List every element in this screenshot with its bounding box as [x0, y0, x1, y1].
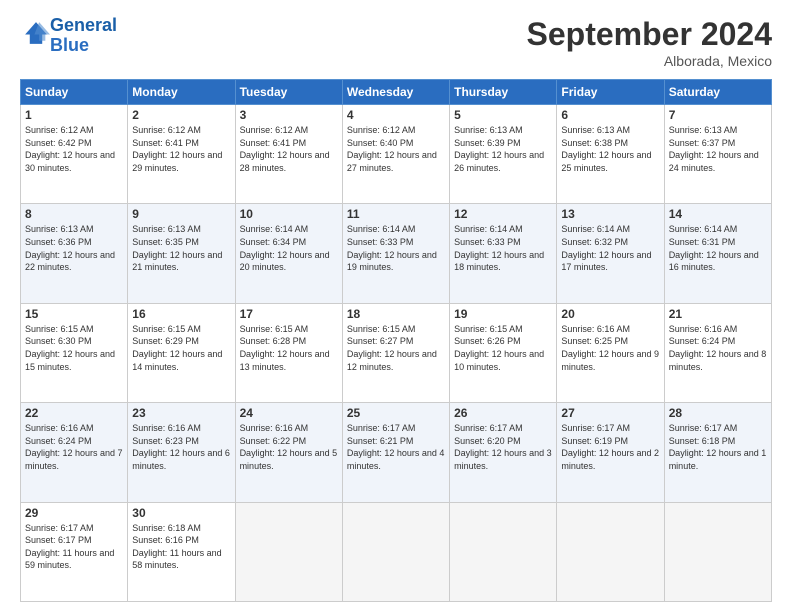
calendar-week-row: 8Sunrise: 6:13 AMSunset: 6:36 PMDaylight… — [21, 204, 772, 303]
table-row: 19Sunrise: 6:15 AMSunset: 6:26 PMDayligh… — [450, 303, 557, 402]
table-row: 26Sunrise: 6:17 AMSunset: 6:20 PMDayligh… — [450, 403, 557, 502]
logo-line1: General — [50, 15, 117, 35]
table-row: 6Sunrise: 6:13 AMSunset: 6:38 PMDaylight… — [557, 105, 664, 204]
header-wednesday: Wednesday — [342, 80, 449, 105]
table-row: 28Sunrise: 6:17 AMSunset: 6:18 PMDayligh… — [664, 403, 771, 502]
empty-cell — [664, 502, 771, 601]
table-row: 22Sunrise: 6:16 AMSunset: 6:24 PMDayligh… — [21, 403, 128, 502]
month-title: September 2024 — [527, 16, 772, 53]
empty-cell — [342, 502, 449, 601]
logo: General Blue — [20, 16, 117, 56]
logo-line2: Blue — [50, 35, 89, 55]
table-row: 13Sunrise: 6:14 AMSunset: 6:32 PMDayligh… — [557, 204, 664, 303]
table-row: 29Sunrise: 6:17 AMSunset: 6:17 PMDayligh… — [21, 502, 128, 601]
table-row: 12Sunrise: 6:14 AMSunset: 6:33 PMDayligh… — [450, 204, 557, 303]
header-friday: Friday — [557, 80, 664, 105]
title-block: September 2024 Alborada, Mexico — [527, 16, 772, 69]
table-row: 11Sunrise: 6:14 AMSunset: 6:33 PMDayligh… — [342, 204, 449, 303]
logo-text: General Blue — [50, 16, 117, 56]
table-row: 24Sunrise: 6:16 AMSunset: 6:22 PMDayligh… — [235, 403, 342, 502]
table-row: 30Sunrise: 6:18 AMSunset: 6:16 PMDayligh… — [128, 502, 235, 601]
calendar-week-row: 22Sunrise: 6:16 AMSunset: 6:24 PMDayligh… — [21, 403, 772, 502]
table-row: 4Sunrise: 6:12 AMSunset: 6:40 PMDaylight… — [342, 105, 449, 204]
table-row: 3Sunrise: 6:12 AMSunset: 6:41 PMDaylight… — [235, 105, 342, 204]
table-row: 7Sunrise: 6:13 AMSunset: 6:37 PMDaylight… — [664, 105, 771, 204]
header-saturday: Saturday — [664, 80, 771, 105]
logo-icon — [22, 19, 50, 47]
empty-cell — [450, 502, 557, 601]
header-monday: Monday — [128, 80, 235, 105]
header-tuesday: Tuesday — [235, 80, 342, 105]
location: Alborada, Mexico — [527, 53, 772, 69]
table-row: 2Sunrise: 6:12 AMSunset: 6:41 PMDaylight… — [128, 105, 235, 204]
calendar-header-row: Sunday Monday Tuesday Wednesday Thursday… — [21, 80, 772, 105]
calendar-week-row: 29Sunrise: 6:17 AMSunset: 6:17 PMDayligh… — [21, 502, 772, 601]
table-row: 18Sunrise: 6:15 AMSunset: 6:27 PMDayligh… — [342, 303, 449, 402]
table-row: 20Sunrise: 6:16 AMSunset: 6:25 PMDayligh… — [557, 303, 664, 402]
table-row: 16Sunrise: 6:15 AMSunset: 6:29 PMDayligh… — [128, 303, 235, 402]
table-row: 17Sunrise: 6:15 AMSunset: 6:28 PMDayligh… — [235, 303, 342, 402]
table-row: 10Sunrise: 6:14 AMSunset: 6:34 PMDayligh… — [235, 204, 342, 303]
header-sunday: Sunday — [21, 80, 128, 105]
table-row: 21Sunrise: 6:16 AMSunset: 6:24 PMDayligh… — [664, 303, 771, 402]
table-row: 15Sunrise: 6:15 AMSunset: 6:30 PMDayligh… — [21, 303, 128, 402]
table-row: 23Sunrise: 6:16 AMSunset: 6:23 PMDayligh… — [128, 403, 235, 502]
table-row: 8Sunrise: 6:13 AMSunset: 6:36 PMDaylight… — [21, 204, 128, 303]
table-row: 9Sunrise: 6:13 AMSunset: 6:35 PMDaylight… — [128, 204, 235, 303]
calendar-week-row: 15Sunrise: 6:15 AMSunset: 6:30 PMDayligh… — [21, 303, 772, 402]
table-row: 25Sunrise: 6:17 AMSunset: 6:21 PMDayligh… — [342, 403, 449, 502]
calendar-week-row: 1Sunrise: 6:12 AMSunset: 6:42 PMDaylight… — [21, 105, 772, 204]
header-thursday: Thursday — [450, 80, 557, 105]
table-row: 5Sunrise: 6:13 AMSunset: 6:39 PMDaylight… — [450, 105, 557, 204]
header: General Blue September 2024 Alborada, Me… — [20, 16, 772, 69]
calendar-table: Sunday Monday Tuesday Wednesday Thursday… — [20, 79, 772, 602]
empty-cell — [235, 502, 342, 601]
page: General Blue September 2024 Alborada, Me… — [0, 0, 792, 612]
table-row: 27Sunrise: 6:17 AMSunset: 6:19 PMDayligh… — [557, 403, 664, 502]
table-row: 14Sunrise: 6:14 AMSunset: 6:31 PMDayligh… — [664, 204, 771, 303]
empty-cell — [557, 502, 664, 601]
table-row: 1Sunrise: 6:12 AMSunset: 6:42 PMDaylight… — [21, 105, 128, 204]
